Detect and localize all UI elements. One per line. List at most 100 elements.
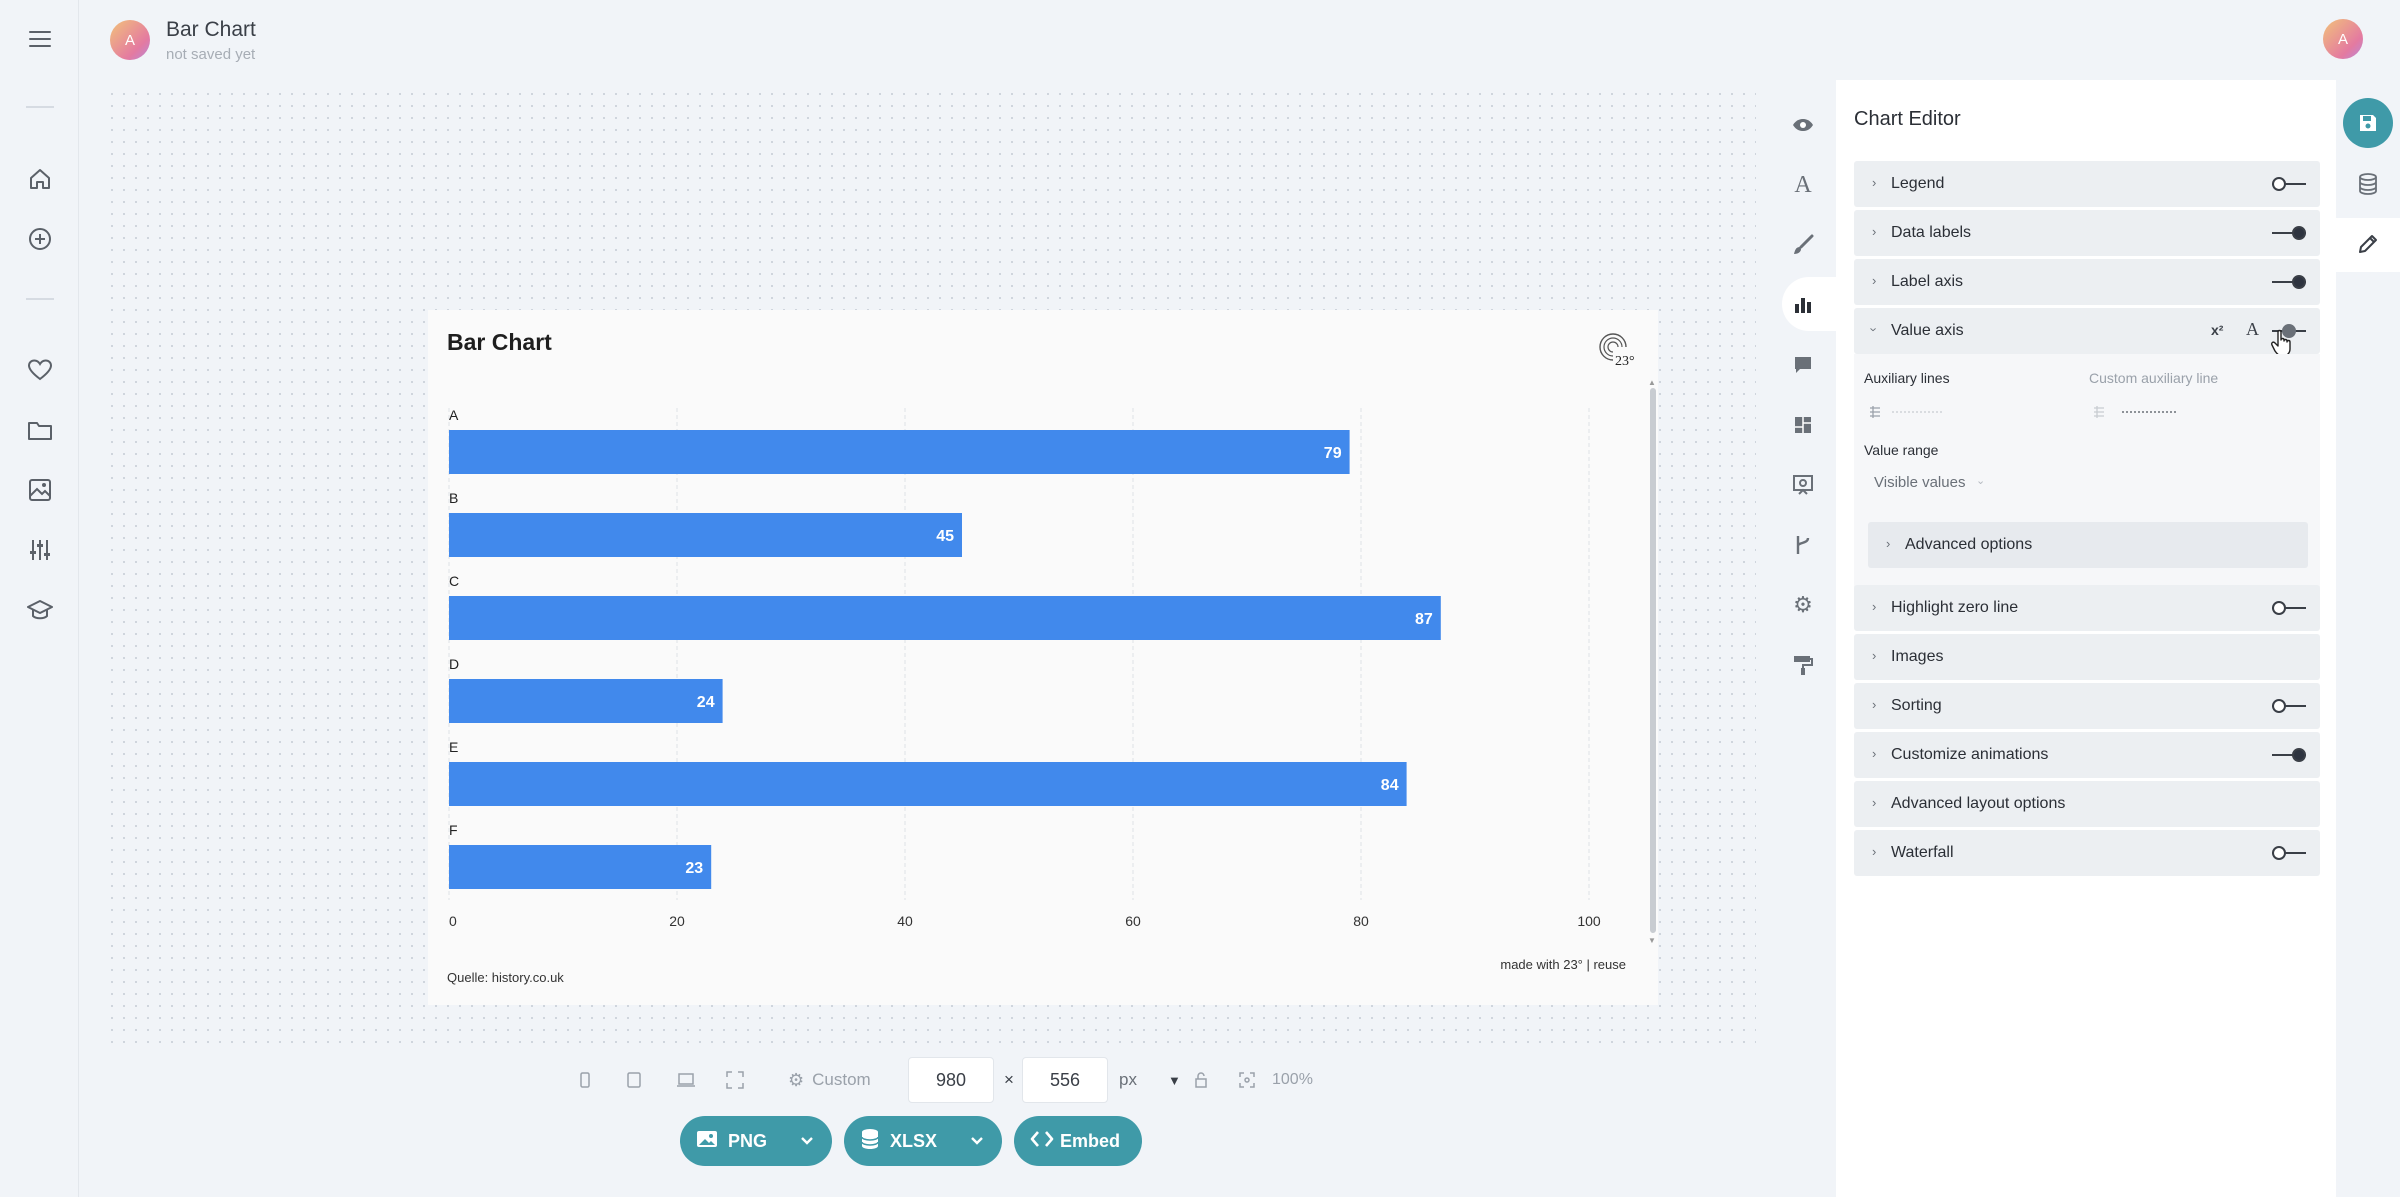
row-label: Value axis — [1891, 322, 1964, 339]
custom-line-style-icon[interactable] — [2092, 404, 2182, 425]
bar-chart-plot: 0 20 40 60 80 100 A 79 B 45 C 87 D 24 E 84 F 23 — [448, 407, 1601, 929]
editor-row-value-axis[interactable]: › Value axis x² A — [1854, 308, 2320, 357]
laptop-size-icon[interactable] — [676, 1058, 696, 1102]
heart-icon[interactable] — [24, 354, 56, 386]
chevron-right-icon: › — [1872, 224, 1877, 239]
layout-icon[interactable] — [1786, 408, 1820, 442]
presentation-icon[interactable] — [1786, 468, 1820, 502]
export-png-button[interactable]: PNG — [680, 1116, 832, 1166]
home-icon[interactable] — [24, 163, 56, 195]
typography-icon[interactable]: A — [1786, 168, 1820, 202]
custom-auxiliary-line-label: Custom auxiliary line — [2089, 370, 2219, 386]
chevron-down-icon[interactable] — [970, 1131, 984, 1156]
label-axis-toggle[interactable] — [2272, 273, 2306, 291]
bar[interactable] — [449, 513, 962, 557]
export-xlsx-button[interactable]: XLSX — [844, 1116, 1002, 1166]
category-label: D — [449, 656, 459, 672]
editor-row-highlight-zero-line[interactable]: › Highlight zero line — [1854, 585, 2320, 631]
advanced-options-label: Advanced options — [1905, 536, 2033, 553]
editor-row-legend[interactable]: › Legend — [1854, 161, 2320, 207]
document-title[interactable]: Bar Chart — [166, 18, 256, 42]
category-label: A — [449, 407, 459, 423]
scroll-up-arrow[interactable]: ▲ — [1648, 378, 1656, 387]
advanced-options-row[interactable]: › Advanced options — [1868, 522, 2308, 568]
editor-row-advanced-layout-options[interactable]: › Advanced layout options — [1854, 781, 2320, 827]
menu-icon[interactable] — [24, 23, 56, 55]
bar[interactable] — [449, 430, 1350, 474]
editor-row-sorting[interactable]: › Sorting — [1854, 683, 2320, 729]
customize-animations-toggle[interactable] — [2272, 746, 2306, 764]
bar[interactable] — [449, 679, 723, 723]
waterfall-toggle[interactable] — [2272, 844, 2306, 862]
value-range-select[interactable]: Visible values — [1874, 474, 1965, 491]
legend-toggle[interactable] — [2272, 175, 2306, 193]
chevron-down-icon[interactable] — [800, 1131, 814, 1156]
chevron-down-icon[interactable]: ⌄ — [1976, 474, 1985, 487]
font-style-icon[interactable]: A — [2246, 319, 2259, 340]
auxiliary-lines-style-icon[interactable] — [1868, 404, 1948, 425]
chart-card[interactable]: Bar Chart 23° 0 20 40 60 80 100 A 79 B 45 C 87 D 24 E 8… — [428, 310, 1658, 1005]
mobile-size-icon[interactable] — [578, 1058, 592, 1102]
row-label: Sorting — [1891, 697, 1942, 714]
save-icon[interactable] — [2343, 98, 2393, 148]
database-icon[interactable] — [2346, 162, 2390, 206]
row-label: Advanced layout options — [1891, 795, 2066, 812]
x-tick-label: 80 — [1353, 913, 1369, 929]
category-label: E — [449, 739, 458, 755]
x-tick-label: 100 — [1577, 913, 1601, 929]
x-tick-label: 60 — [1125, 913, 1141, 929]
graduation-icon[interactable] — [24, 594, 56, 626]
data-labels-toggle[interactable] — [2272, 224, 2306, 242]
height-input[interactable]: 556 — [1022, 1057, 1108, 1103]
settings-gear-icon[interactable]: ⚙ — [1786, 588, 1820, 622]
tablet-size-icon[interactable] — [626, 1058, 642, 1102]
image-icon — [696, 1129, 718, 1154]
pencil-icon[interactable] — [2346, 222, 2390, 266]
sorting-toggle[interactable] — [2272, 697, 2306, 715]
editor-row-customize-animations[interactable]: › Customize animations — [1854, 732, 2320, 778]
superscript-icon[interactable]: x² — [2211, 322, 2223, 338]
folder-icon[interactable] — [24, 414, 56, 446]
brush-icon[interactable] — [1786, 228, 1820, 262]
scroll-down-arrow[interactable]: ▼ — [1648, 936, 1656, 945]
chart-scrollbar[interactable] — [1650, 388, 1656, 933]
editor-row-label-axis[interactable]: › Label axis — [1854, 259, 2320, 305]
times-sign: × — [1004, 1070, 1014, 1089]
made-with-credit[interactable]: made with 23° | reuse — [1500, 957, 1626, 972]
user-avatar[interactable]: A — [2323, 19, 2363, 59]
row-label: Waterfall — [1891, 844, 1954, 861]
editor-row-images[interactable]: › Images — [1854, 634, 2320, 680]
embed-button[interactable]: Embed — [1014, 1116, 1142, 1166]
save-status: not saved yet — [166, 46, 256, 63]
nav-divider — [26, 298, 54, 300]
paint-roller-icon[interactable] — [1786, 648, 1820, 682]
highlight-zero-line-toggle[interactable] — [2272, 599, 2306, 617]
category-label: B — [449, 490, 458, 506]
bar-chart-icon[interactable] — [1786, 288, 1820, 322]
custom-size-label: Custom — [812, 1070, 871, 1089]
bar[interactable] — [449, 762, 1407, 806]
editor-row-data-labels[interactable]: › Data labels — [1854, 210, 2320, 256]
unit-dropdown-icon[interactable]: ▼ — [1168, 1058, 1181, 1102]
zoom-level[interactable]: 100% — [1272, 1058, 1313, 1102]
zoom-fit-icon[interactable] — [1238, 1058, 1256, 1102]
sliders-icon[interactable] — [24, 534, 56, 566]
width-input[interactable]: 980 — [908, 1057, 994, 1103]
document-avatar[interactable]: A — [110, 20, 150, 60]
category-label: C — [449, 573, 459, 589]
chevron-right-icon: › — [1872, 599, 1877, 614]
chevron-right-icon: › — [1872, 795, 1877, 810]
fullscreen-size-icon[interactable] — [725, 1058, 745, 1102]
editor-row-waterfall[interactable]: › Waterfall — [1854, 830, 2320, 876]
bar[interactable] — [449, 845, 712, 889]
add-icon[interactable] — [24, 223, 56, 255]
bar[interactable] — [449, 596, 1441, 640]
image-icon[interactable] — [24, 474, 56, 506]
eye-icon[interactable] — [1786, 108, 1820, 142]
lock-icon[interactable] — [1193, 1058, 1209, 1102]
branch-icon[interactable] — [1786, 528, 1820, 562]
comment-icon[interactable] — [1786, 348, 1820, 382]
row-label: Label axis — [1891, 273, 1964, 290]
custom-size-preset[interactable]: ⚙ Custom — [788, 1058, 871, 1102]
chevron-right-icon: › — [1872, 273, 1877, 288]
